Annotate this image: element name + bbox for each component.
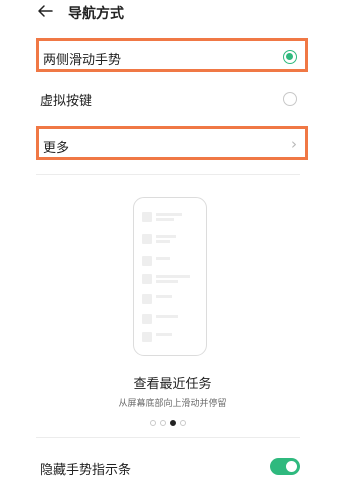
- option-label: 虚拟按键: [40, 94, 93, 109]
- hide-gesture-bar-toggle[interactable]: [270, 458, 300, 475]
- page-dot[interactable]: [180, 420, 186, 426]
- illustration-row: [142, 294, 200, 304]
- illustration-row: [142, 256, 200, 266]
- page-dot[interactable]: [150, 420, 156, 426]
- page-dot-active[interactable]: [170, 420, 176, 426]
- preview-title: 查看最近任务: [133, 377, 212, 392]
- radio-unselected-icon[interactable]: [283, 92, 297, 106]
- illustration-row: [142, 332, 200, 342]
- setting-label: 隐藏手势指示条: [40, 463, 132, 478]
- divider: [36, 174, 300, 175]
- option-swipe-gestures[interactable]: 两侧滑动手势: [36, 38, 308, 72]
- illustration-row: [142, 212, 200, 222]
- arrow-left-icon[interactable]: [36, 2, 54, 20]
- option-virtual-buttons[interactable]: 虚拟按键: [36, 82, 308, 116]
- option-label: 两侧滑动手势: [43, 53, 122, 68]
- more-item[interactable]: 更多 ›: [36, 126, 308, 160]
- preview-subtitle: 从屏幕底部向上滑动并停留: [118, 399, 227, 409]
- illustration-row: [142, 274, 200, 284]
- more-label: 更多: [43, 141, 70, 156]
- radio-selected-icon[interactable]: [283, 50, 297, 64]
- page-title: 导航方式: [68, 6, 124, 22]
- divider: [36, 437, 300, 438]
- title-bar: 导航方式: [0, 0, 345, 28]
- hide-gesture-bar-setting: 隐藏手势指示条: [36, 455, 308, 483]
- recent-tasks-illustration: [133, 197, 207, 356]
- toggle-knob: [286, 461, 297, 472]
- page-dot[interactable]: [160, 420, 166, 426]
- illustration-row: [142, 234, 200, 244]
- chevron-right-icon: ›: [291, 135, 297, 153]
- illustration-row: [142, 314, 200, 324]
